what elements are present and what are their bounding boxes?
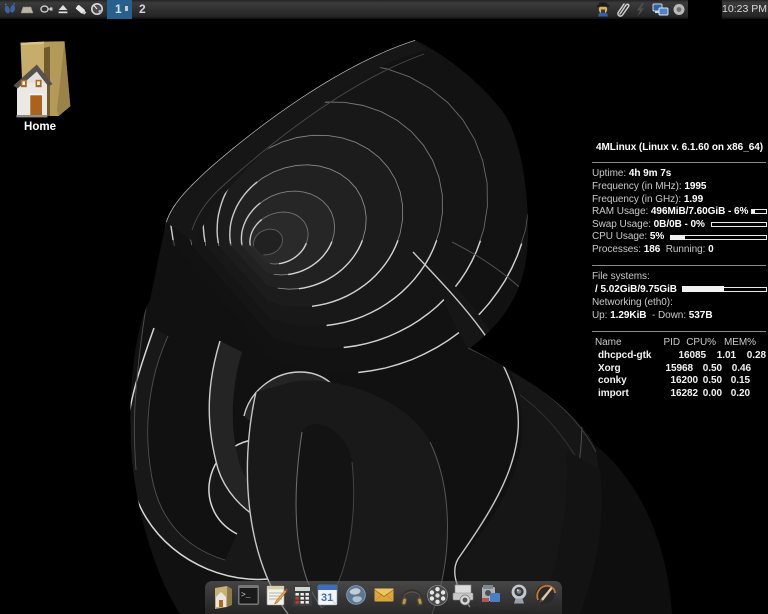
svg-text:31: 31: [321, 592, 333, 604]
svg-text:>_: >_: [241, 591, 251, 600]
